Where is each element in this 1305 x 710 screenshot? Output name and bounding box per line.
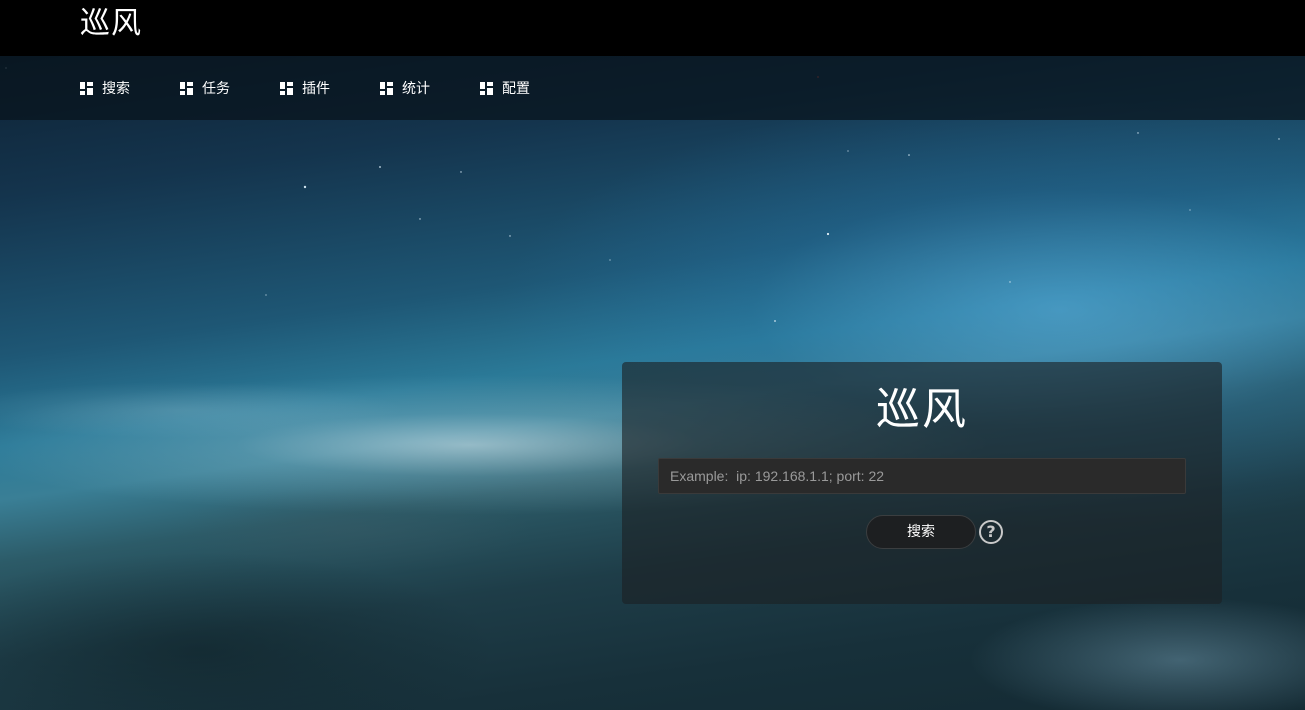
dashboard-icon xyxy=(380,81,393,95)
dashboard-icon xyxy=(480,81,493,95)
nav-label: 搜索 xyxy=(102,81,130,97)
search-button[interactable]: 搜索 xyxy=(866,515,976,549)
dashboard-icon xyxy=(280,81,293,95)
nav-item-tasks[interactable]: 任务 xyxy=(180,78,230,98)
dashboard-icon xyxy=(80,81,93,95)
nav-item-statistics[interactable]: 统计 xyxy=(380,78,430,98)
search-input[interactable] xyxy=(658,458,1186,494)
help-icon[interactable]: ? xyxy=(979,520,1003,544)
search-page: 巡风 搜索 任务 插件 统计 配置 巡风 Example: ip: 192.16… xyxy=(0,0,1305,710)
nav-item-config[interactable]: 配置 xyxy=(480,78,530,98)
brand-logo[interactable]: 巡风 xyxy=(80,4,142,44)
panel-title: 巡风 xyxy=(876,384,968,435)
nav-label: 配置 xyxy=(502,81,530,97)
nav-label: 插件 xyxy=(302,81,330,97)
top-header: 巡风 xyxy=(0,0,1305,56)
nav-item-search[interactable]: 搜索 xyxy=(80,78,130,98)
nav-label: 任务 xyxy=(202,81,230,97)
nav-item-plugins[interactable]: 插件 xyxy=(280,78,330,98)
main-nav: 搜索 任务 插件 统计 配置 xyxy=(0,56,1305,120)
nav-label: 统计 xyxy=(402,81,430,97)
dashboard-icon xyxy=(180,81,193,95)
search-panel: 巡风 搜索 ? xyxy=(622,362,1222,604)
